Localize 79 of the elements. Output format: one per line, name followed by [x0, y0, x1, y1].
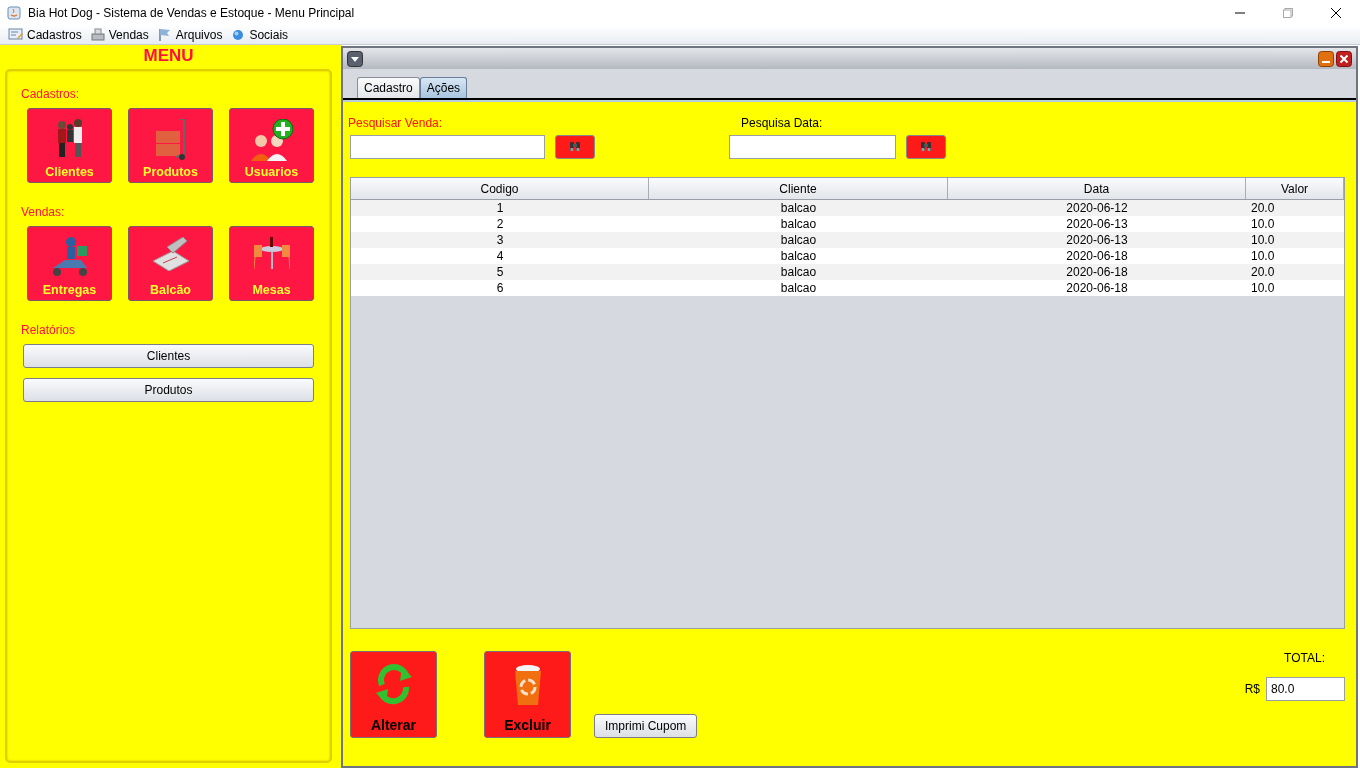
- table-cell-text: 6: [495, 280, 505, 296]
- search-label: Pesquisa Data:: [741, 116, 824, 130]
- table-cell-text: 10.0: [1250, 248, 1276, 264]
- column-header[interactable]: Codigo: [351, 178, 649, 199]
- people-icon: [57, 119, 82, 157]
- barcode-scanner-icon: [152, 237, 189, 271]
- table-row[interactable]: 5 balcao 2020-06-18 20.0: [351, 264, 1344, 280]
- table-cell-text: 2020-06-12: [1065, 200, 1129, 216]
- table-cell-text: 3: [495, 232, 505, 248]
- menu-heading: MENU: [143, 46, 194, 66]
- search-button[interactable]: [906, 135, 946, 159]
- table-cell-text: 10.0: [1250, 232, 1276, 248]
- print-button[interactable]: Imprimi Cupom: [594, 714, 698, 738]
- column-header[interactable]: Cliente: [649, 178, 948, 199]
- section-label: Relatórios: [21, 323, 77, 337]
- menu-tile-button[interactable]: Balcão: [128, 226, 213, 301]
- table-cell-text: 10.0: [1250, 280, 1276, 296]
- table-row[interactable]: 3 balcao 2020-06-13 10.0: [351, 232, 1344, 248]
- currency-label: R$: [1244, 682, 1260, 696]
- add-user-icon: [250, 119, 293, 161]
- section-label: Cadastros:: [21, 87, 81, 101]
- table-cell-text: balcao: [779, 248, 818, 264]
- column-header[interactable]: Data: [948, 178, 1246, 199]
- search-button[interactable]: [555, 135, 595, 159]
- table-cell-text: 20.0: [1250, 200, 1276, 216]
- table-cell-text: 10.0: [1250, 216, 1276, 232]
- menu-item[interactable]: Cadastros: [4, 26, 86, 43]
- hand-truck-icon: [156, 119, 185, 160]
- search-field[interactable]: [350, 135, 545, 159]
- total-label: TOTAL:: [1284, 651, 1325, 665]
- section-label: Vendas:: [21, 205, 66, 219]
- close-icon[interactable]: [1331, 7, 1341, 18]
- table-cell-text: balcao: [779, 200, 818, 216]
- close-icon[interactable]: [1336, 50, 1352, 67]
- table-cell-text: 4: [495, 248, 505, 264]
- table-row[interactable]: 2 balcao 2020-06-13 10.0: [351, 216, 1344, 232]
- tab[interactable]: Ações: [419, 77, 468, 98]
- menu-item[interactable]: Sociais: [226, 26, 293, 43]
- table-cell-text: 20.0: [1250, 264, 1276, 280]
- table-cell-text: balcao: [779, 216, 818, 232]
- menu-tile-button[interactable]: Produtos: [128, 108, 213, 183]
- column-header[interactable]: Valor: [1246, 178, 1344, 199]
- menu-item[interactable]: Arquivos: [152, 26, 227, 43]
- table-chairs-icon: [253, 237, 290, 269]
- table-row[interactable]: 4 balcao 2020-06-18 10.0: [351, 248, 1344, 264]
- table-cell-text: 2020-06-13: [1065, 216, 1129, 232]
- search-label: Pesquisar Venda:: [348, 116, 444, 130]
- dropdown-icon[interactable]: [347, 50, 363, 67]
- minimize-icon[interactable]: [1318, 50, 1334, 67]
- menu-tile-button[interactable]: Clientes: [27, 108, 112, 183]
- cash-register-icon: [89, 26, 106, 43]
- table-row[interactable]: 6 balcao 2020-06-18 10.0: [351, 280, 1344, 296]
- table-cell-text: 2020-06-18: [1065, 248, 1129, 264]
- total-field[interactable]: 80.0: [1266, 677, 1345, 701]
- table-cell-text: 2020-06-13: [1065, 232, 1129, 248]
- table-cell-text: balcao: [779, 264, 818, 280]
- action-button[interactable]: Excluir: [484, 651, 571, 738]
- table-cell-text: balcao: [779, 232, 818, 248]
- window-title: Bia Hot Dog - Sistema de Vendas e Estoque - Menu Principal: [28, 5, 356, 20]
- table-cell-text: 2: [495, 216, 505, 232]
- menu-tile-button[interactable]: Mesas: [229, 226, 314, 301]
- tab[interactable]: Cadastro: [357, 77, 420, 98]
- scooter-icon: [52, 237, 87, 276]
- table-row[interactable]: 1 balcao 2020-06-12 20.0: [351, 200, 1344, 216]
- report-button[interactable]: Clientes: [23, 344, 314, 368]
- report-button[interactable]: Produtos: [23, 378, 314, 402]
- menu-tile-button[interactable]: Entregas: [27, 226, 112, 301]
- table-cell-text: 2020-06-18: [1065, 280, 1129, 296]
- menu-tile-button[interactable]: Usuarios: [229, 108, 314, 183]
- menu-item[interactable]: Vendas: [85, 26, 153, 43]
- action-button[interactable]: Alterar: [350, 651, 437, 738]
- flag-icon: [156, 26, 173, 43]
- search-field[interactable]: [729, 135, 896, 159]
- form-icon: [8, 26, 24, 43]
- table-cell-text: 2020-06-18: [1065, 264, 1129, 280]
- table-cell-text: 5: [495, 264, 505, 280]
- java-cup-icon: [6, 4, 22, 21]
- table-cell-text: 1: [495, 200, 505, 216]
- table-cell-text: balcao: [779, 280, 818, 296]
